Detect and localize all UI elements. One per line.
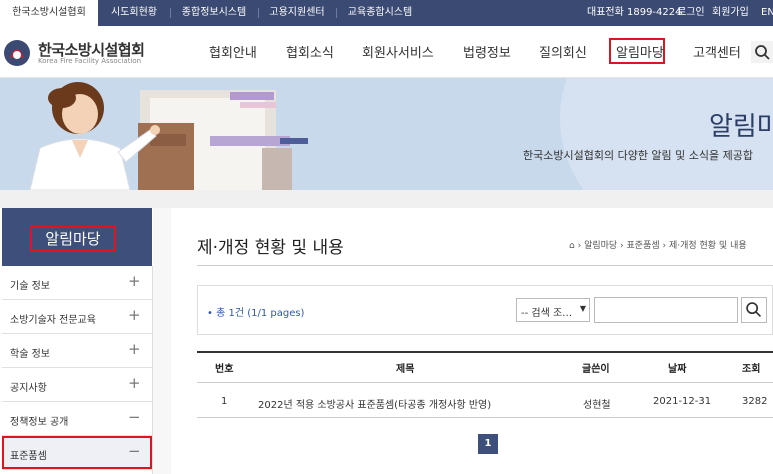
search-submit-icon[interactable] (741, 297, 767, 323)
column-header-author: 글쓴이 (582, 364, 610, 375)
column-header-title: 제목 (396, 364, 415, 375)
association-logo-icon[interactable] (2, 38, 32, 68)
login-link[interactable]: 로그인 (677, 0, 705, 26)
collapse-icon[interactable]: − (128, 408, 141, 426)
search-icon[interactable] (751, 41, 773, 63)
sidebar-item-label: 소방기술자 전문교육 (10, 315, 96, 326)
expand-icon[interactable]: + (128, 306, 141, 324)
sidebar-item-policy[interactable]: 정책정보 공개 − (2, 402, 152, 436)
search-input[interactable] (594, 297, 738, 323)
banner-subtitle: 한국소방시설협회의 다양한 알림 및 소식을 제공합 (523, 149, 754, 162)
language-link[interactable]: EN (761, 0, 773, 26)
breadcrumb: ⌂ › 알림마당 › 표준품셈 › 제·개정 현황 및 내용 (569, 241, 747, 251)
select-value: -- 검색 조… (521, 308, 573, 319)
nav-law-info[interactable]: 법령정보 (463, 42, 511, 61)
hero-banner: 알림마 한국소방시설협회의 다양한 알림 및 소식을 제공합 (0, 78, 773, 190)
row-date: 2021-12-31 (653, 396, 712, 407)
nav-notice-highlight (609, 38, 665, 64)
home-icon[interactable]: ⌂ (569, 241, 575, 251)
column-header-no: 번호 (215, 364, 234, 375)
expand-icon[interactable]: + (128, 340, 141, 358)
banner-illustration (29, 78, 773, 190)
search-condition-select[interactable]: -- 검색 조… ▼ (516, 298, 590, 322)
sidebar-gutter (153, 208, 171, 474)
phone-number: 대표전화 1899-4224 (587, 7, 682, 18)
sidebar-item-label: 학술 정보 (10, 349, 50, 360)
sidebar-item-highlight (2, 436, 152, 469)
pagination-page-1[interactable]: 1 (478, 434, 498, 454)
row-author: 성현철 (583, 400, 611, 411)
nav-customer-center[interactable]: 고객센터 (693, 42, 741, 61)
expand-icon[interactable]: + (128, 272, 141, 290)
tab-info-system[interactable]: 종합정보시스템 (170, 0, 258, 26)
section-gap (0, 190, 773, 208)
top-bar: 한국소방시설협회 시도회현황 종합정보시스템 고용지원센터 교육종합시스템 대표… (0, 0, 773, 26)
nav-inquiry[interactable]: 질의회신 (539, 42, 587, 61)
tab-education-system[interactable]: 교육종합시스템 (336, 0, 424, 26)
title-divider (197, 265, 773, 266)
page-title: 제·개정 현황 및 내용 (197, 238, 344, 258)
row-title-link[interactable]: 2022년 적용 소방공사 표준품셈(타공종 개정사항 반영) (258, 396, 491, 411)
signup-link[interactable]: 회원가입 (712, 0, 749, 26)
table-header (197, 351, 773, 383)
sidebar-item-education[interactable]: 소방기술자 전문교육 + (2, 300, 152, 334)
logo-subtitle: Korea Fire Facility Association (38, 57, 142, 65)
sidebar-item-notices[interactable]: 공지사항 + (2, 368, 152, 402)
tab-city-status[interactable]: 시도회현황 (98, 0, 170, 26)
sidebar-item-tech-info[interactable]: 기술 정보 + (2, 266, 152, 300)
tab-employment-center[interactable]: 고용지원센터 (258, 0, 336, 26)
tab-association[interactable]: 한국소방시설협회 (0, 0, 98, 26)
column-header-date: 날짜 (668, 364, 687, 375)
nav-about[interactable]: 협회안내 (209, 42, 257, 61)
sidebar-title: 알림마당 (30, 226, 116, 252)
column-header-views: 조회 (742, 364, 761, 375)
chevron-down-icon: ▼ (579, 304, 586, 313)
result-count: • 총 1건 (1/1 pages) (207, 308, 305, 319)
row-number: 1 (221, 396, 228, 407)
nav-news[interactable]: 협회소식 (286, 42, 334, 61)
nav-member-service[interactable]: 회원사서비스 (362, 42, 434, 61)
sidebar-item-academic[interactable]: 학술 정보 + (2, 334, 152, 368)
breadcrumb-trail[interactable]: 알림마당 › 표준품셈 › 제·개정 현황 및 내용 (584, 241, 747, 251)
sidebar-item-label: 정책정보 공개 (10, 417, 69, 428)
sidebar-item-label: 기술 정보 (10, 281, 50, 292)
site-header: 한국소방시설협회 Korea Fire Facility Association… (0, 26, 773, 78)
sidebar-divider (152, 266, 153, 474)
banner-title: 알림마 (709, 112, 773, 142)
row-views: 3282 (742, 396, 768, 407)
sidebar-item-label: 공지사항 (10, 383, 47, 394)
expand-icon[interactable]: + (128, 374, 141, 392)
